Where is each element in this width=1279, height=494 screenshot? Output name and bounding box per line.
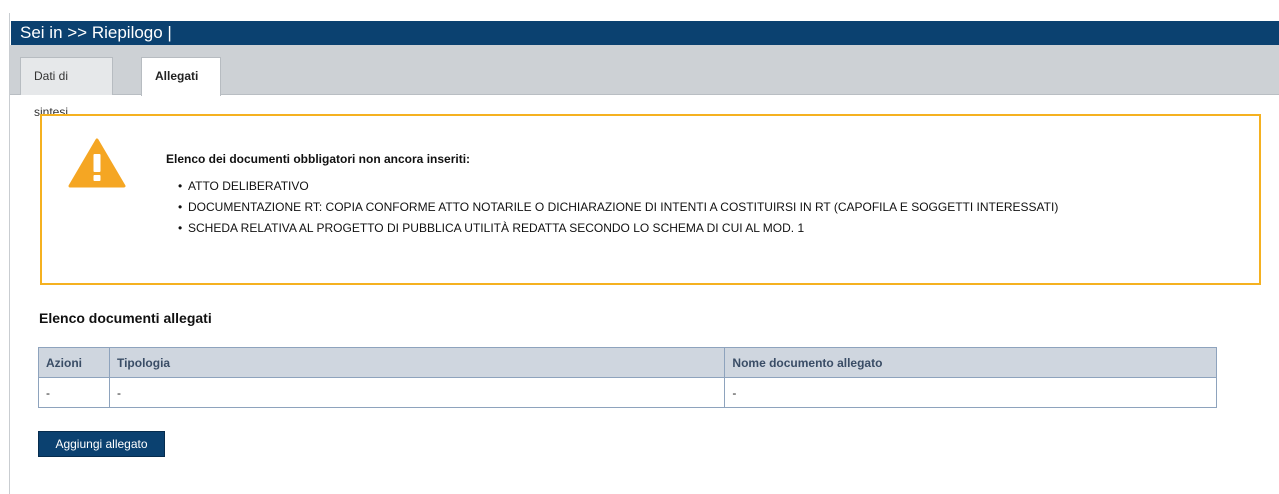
missing-doc-item: ATTO DELIBERATIVO (178, 176, 1058, 197)
missing-docs-list: ATTO DELIBERATIVO DOCUMENTAZIONE RT: COP… (178, 176, 1058, 239)
column-header-nome-documento: Nome documento allegato (724, 347, 1217, 378)
mandatory-docs-warning: Elenco dei documenti obbligatori non anc… (40, 114, 1261, 285)
add-attachment-button[interactable]: Aggiungi allegato (38, 431, 165, 457)
table-row: - - - (38, 377, 1217, 408)
warning-title: Elenco dei documenti obbligatori non anc… (166, 152, 471, 166)
column-header-tipologia: Tipologia (108, 347, 726, 378)
tab-allegati[interactable]: Allegati (141, 57, 221, 96)
breadcrumb: Sei in >> Riepilogo | (20, 23, 172, 42)
missing-doc-item: DOCUMENTAZIONE RT: COPIA CONFORME ATTO N… (178, 197, 1058, 218)
documents-table: Azioni Tipologia Nome documento allegato… (38, 347, 1217, 408)
tab-dati-di-sintesi[interactable]: Dati di sintesi (20, 57, 113, 119)
table-header-row: Azioni Tipologia Nome documento allegato (38, 347, 1217, 378)
top-strip (0, 0, 1279, 13)
table-cell-tipologia: - (108, 377, 726, 408)
table-cell-azioni: - (38, 377, 110, 408)
warning-triangle-icon (68, 138, 126, 188)
documents-section-title: Elenco documenti allegati (39, 310, 212, 326)
tab-bar: Dati di sintesi Allegati (10, 45, 1279, 119)
table-cell-nome-documento: - (724, 377, 1217, 408)
page-title-bar: Sei in >> Riepilogo | (11, 21, 1279, 45)
column-header-azioni: Azioni (38, 347, 110, 378)
missing-doc-item: SCHEDA RELATIVA AL PROGETTO DI PUBBLICA … (178, 218, 1058, 239)
